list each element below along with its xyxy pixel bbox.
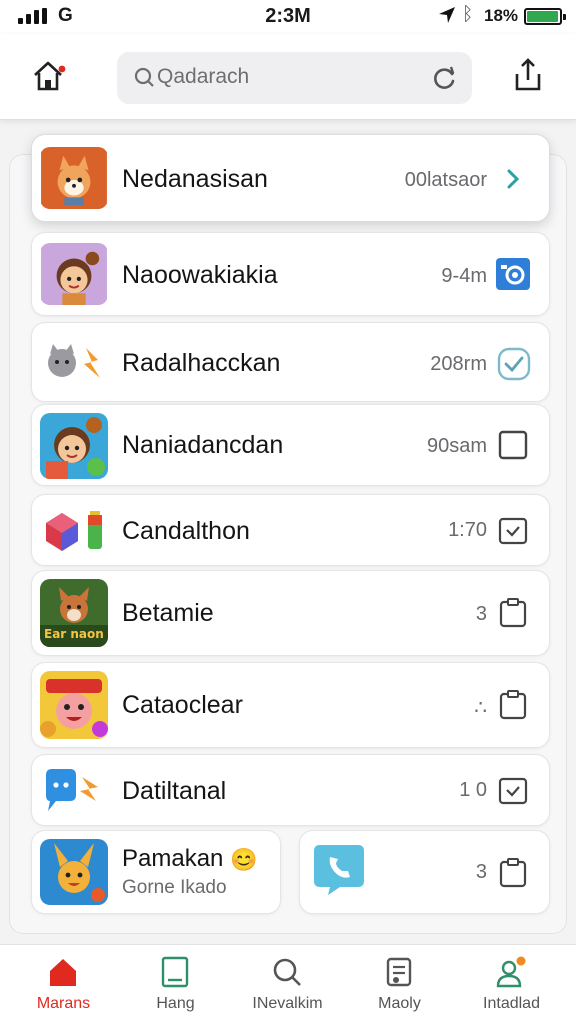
clipboard-icon[interactable]	[497, 857, 529, 889]
status-bar: G 2:3M ᛒ 18%	[0, 0, 576, 34]
girl-character-avatar-2	[40, 413, 108, 479]
list-item[interactable]: Nedanasisan 00latsaor	[31, 134, 550, 222]
row-title: Nedanasisan	[122, 165, 268, 193]
search-input[interactable]: Qadarach	[157, 65, 249, 89]
row-meta: ∴	[474, 697, 487, 719]
fox-character-avatar	[40, 147, 108, 209]
nav-label: Marans	[36, 995, 91, 1012]
row-title: Cataoclear	[122, 691, 243, 719]
smiley-icon: 😊	[230, 847, 258, 872]
nav-label: Hang	[156, 995, 195, 1012]
row-title: Betamie	[122, 599, 214, 627]
row-title: Pamakan	[122, 845, 224, 872]
row-title: Datiltanal	[122, 777, 227, 805]
search-bar[interactable]: Qadarach	[117, 52, 472, 104]
list-item[interactable]: Cataoclear ∴	[31, 662, 550, 748]
row-title: Naoowakiakia	[122, 261, 278, 289]
list-item[interactable]: Candalthon 1:70	[31, 494, 550, 566]
tablet-icon	[161, 956, 189, 988]
fox-game-avatar: Ear naon	[40, 579, 108, 647]
list-item[interactable]: Radalhacckan 208rm	[31, 322, 550, 402]
row-meta: 3	[475, 603, 487, 625]
list-item[interactable]: Naoowakiakia 9-4m	[31, 232, 550, 316]
home-icon	[50, 959, 76, 986]
list-item-secondary[interactable]: 3	[299, 830, 550, 914]
row-meta: 208rm	[430, 353, 487, 375]
battery-percent: 18%	[484, 6, 519, 25]
avatar-caption: Ear naon	[44, 627, 104, 641]
home-alert-icon[interactable]	[30, 56, 70, 96]
row-meta: 1 0	[459, 779, 487, 801]
row-subtitle: Gorne Ikado	[122, 877, 227, 898]
row-title: Candalthon	[122, 517, 250, 545]
camera-badge-icon[interactable]	[495, 257, 531, 291]
user-notification-icon	[496, 956, 526, 988]
list-item[interactable]: Naniadancdan 90sam	[31, 404, 550, 486]
check-circle-icon[interactable]	[497, 347, 531, 381]
top-bar: Qadarach	[0, 34, 576, 120]
row-title: Radalhacckan	[122, 349, 281, 377]
bottom-nav: Marans Hang INevalkim Maoly Intadlad	[0, 944, 576, 1024]
battery-icon	[524, 8, 566, 25]
list-item[interactable]: Pamakan 😊 Gorne Ikado	[31, 830, 281, 914]
row-title: Naniadancdan	[122, 431, 284, 459]
checkbox-check-icon[interactable]	[497, 515, 529, 547]
nav-item-profile[interactable]: Intadlad	[454, 945, 569, 1024]
nav-item-music[interactable]: Maoly	[342, 945, 457, 1024]
share-icon[interactable]	[510, 56, 546, 96]
nav-item-search[interactable]: INevalkim	[230, 945, 345, 1024]
search-icon	[134, 67, 154, 87]
row-meta: 9-4m	[441, 265, 487, 287]
bluetooth-icon: ᛒ	[462, 4, 474, 25]
search-icon	[273, 958, 301, 986]
phone-bubble-icon[interactable]	[310, 841, 368, 897]
girl-character-avatar	[40, 243, 108, 305]
bunny-character-avatar	[40, 839, 108, 905]
nav-item-home[interactable]: Marans	[6, 945, 121, 1024]
cat-and-lightning-avatar	[40, 332, 108, 394]
chat-bubble-avatar	[40, 761, 108, 821]
list-item[interactable]: Ear naon Betamie 3	[31, 570, 550, 656]
nav-label: Maoly	[378, 995, 421, 1012]
row-meta: 90sam	[426, 435, 487, 457]
clipboard-icon[interactable]	[497, 689, 529, 721]
nav-item-hang[interactable]: Hang	[118, 945, 233, 1024]
chevron-right-icon[interactable]	[497, 163, 529, 195]
row-meta: 3	[475, 861, 487, 883]
row-meta: 00latsaor	[404, 169, 487, 191]
location-icon	[439, 7, 455, 23]
mask-character-avatar	[40, 671, 108, 739]
refresh-icon[interactable]	[430, 64, 458, 92]
list-item[interactable]: Datiltanal 1 0	[31, 754, 550, 826]
checkbox-check-icon[interactable]	[497, 775, 529, 807]
clipboard-icon[interactable]	[497, 597, 529, 629]
checkbox-icon[interactable]	[497, 429, 529, 461]
music-note-icon	[386, 957, 412, 987]
nav-label: INevalkim	[252, 995, 323, 1012]
nav-label: Intadlad	[483, 995, 540, 1012]
row-meta: 1:70	[448, 519, 487, 541]
cube-and-battery-avatar	[40, 501, 108, 561]
